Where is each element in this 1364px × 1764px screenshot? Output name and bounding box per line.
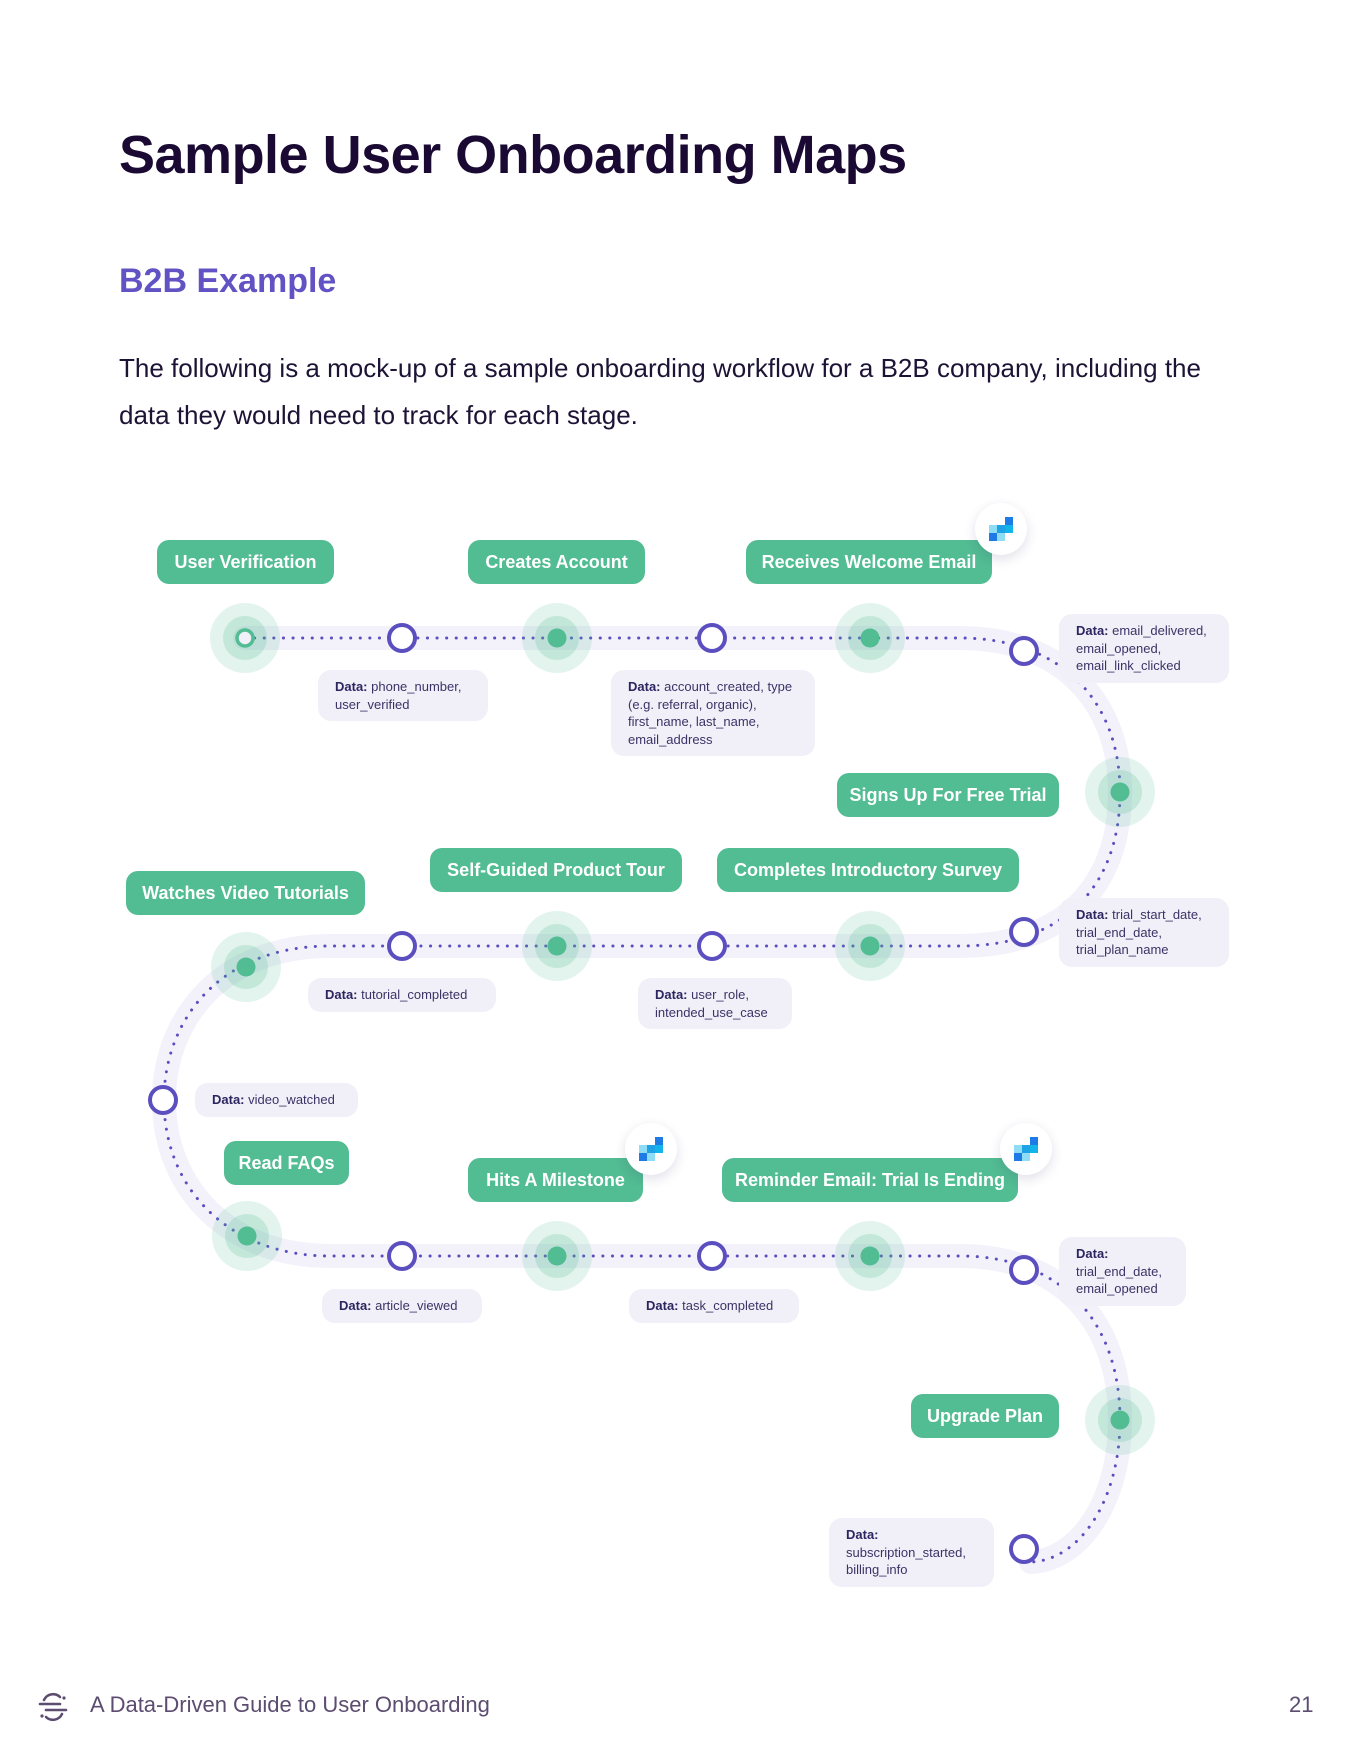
- data-points-box: Data: user_role, intended_use_case: [638, 978, 792, 1029]
- data-points-box: Data: email_delivered, email_opened, ema…: [1059, 614, 1229, 683]
- stage-node: [860, 628, 880, 648]
- data-label: Data:: [335, 679, 368, 694]
- data-node: [1009, 917, 1039, 947]
- stage-pill: Self-Guided Product Tour: [430, 848, 682, 892]
- data-points-box: Data: tutorial_completed: [308, 978, 496, 1012]
- data-node: [1009, 1534, 1039, 1564]
- data-fields: trial_end_date, email_opened: [1076, 1263, 1163, 1297]
- data-node: [697, 623, 727, 653]
- data-label: Data:: [325, 987, 358, 1002]
- data-label: Data:: [628, 679, 661, 694]
- stage-pill: Hits A Milestone: [468, 1158, 643, 1202]
- data-points-box: Data: trial_start_date, trial_end_date, …: [1059, 898, 1229, 967]
- stage-pill: Watches Video Tutorials: [126, 871, 365, 915]
- data-node: [697, 931, 727, 961]
- stage-pill: Creates Account: [468, 540, 645, 584]
- data-node: [387, 931, 417, 961]
- stage-node: [237, 1226, 257, 1246]
- data-label: Data:: [212, 1092, 245, 1107]
- segment-integration-icon: [975, 503, 1027, 555]
- data-points-box: Data: subscription_started, billing_info: [829, 1518, 994, 1587]
- stage-node: [860, 1246, 880, 1266]
- data-points-box: Data: task_completed: [629, 1289, 799, 1323]
- stage-pill: Read FAQs: [224, 1141, 349, 1185]
- data-label: Data:: [339, 1298, 372, 1313]
- stage-pill: Receives Welcome Email: [746, 540, 992, 584]
- stage-node: [547, 1246, 567, 1266]
- data-fields: tutorial_completed: [357, 987, 468, 1002]
- segment-logo-icon: [38, 1692, 68, 1722]
- stage-pill: Reminder Email: Trial Is Ending: [722, 1158, 1018, 1202]
- stage-node: [1110, 782, 1130, 802]
- data-points-box: Data: phone_number, user_verified: [318, 670, 488, 721]
- data-label: Data:: [846, 1527, 879, 1542]
- stage-pill: Upgrade Plan: [911, 1394, 1059, 1438]
- data-points-box: Data: video_watched: [195, 1083, 358, 1117]
- data-points-box: Data: trial_end_date, email_opened: [1059, 1237, 1186, 1306]
- data-node: [1009, 636, 1039, 666]
- data-label: Data:: [646, 1298, 679, 1313]
- data-fields: video_watched: [244, 1092, 335, 1107]
- data-node: [387, 1241, 417, 1271]
- data-label: Data:: [655, 987, 688, 1002]
- stage-node: [547, 628, 567, 648]
- stage-pill: Completes Introductory Survey: [717, 848, 1019, 892]
- footer-guide-title: A Data-Driven Guide to User Onboarding: [90, 1692, 490, 1717]
- data-points-box: Data: account_created, type (e.g. referr…: [611, 670, 815, 756]
- data-label: Data:: [1076, 623, 1109, 638]
- stage-node: [236, 957, 256, 977]
- data-label: Data:: [1076, 1246, 1109, 1261]
- stage-node-start: [235, 628, 255, 648]
- stage-node: [1110, 1410, 1130, 1430]
- data-node: [697, 1241, 727, 1271]
- stage-pill: Signs Up For Free Trial: [837, 773, 1059, 817]
- data-node: [148, 1085, 178, 1115]
- data-fields: article_viewed: [371, 1298, 458, 1313]
- page-number: 21: [1289, 1692, 1314, 1717]
- stage-pill: User Verification: [157, 540, 334, 584]
- segment-integration-icon: [1000, 1123, 1052, 1175]
- stage-node: [860, 936, 880, 956]
- data-node: [387, 623, 417, 653]
- data-points-box: Data: article_viewed: [322, 1289, 482, 1323]
- stage-node: [547, 936, 567, 956]
- data-label: Data:: [1076, 907, 1109, 922]
- data-fields: task_completed: [678, 1298, 774, 1313]
- segment-integration-icon: [625, 1123, 677, 1175]
- data-node: [1009, 1255, 1039, 1285]
- data-fields: subscription_started, billing_info: [846, 1544, 966, 1578]
